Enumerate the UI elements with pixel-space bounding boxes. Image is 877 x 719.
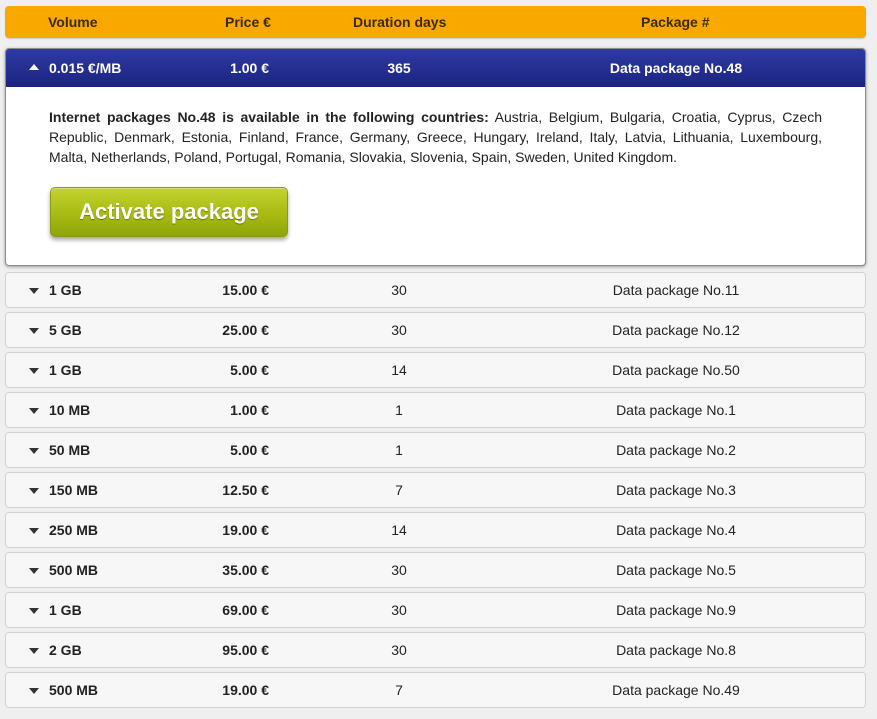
row-volume: 1 GB xyxy=(49,362,82,378)
row-volume: 2 GB xyxy=(49,642,82,658)
row-package: Data package No.9 xyxy=(616,602,736,618)
package-row[interactable]: 150 MB 12.50 € 7 Data package No.3 xyxy=(5,472,866,508)
row-package: Data package No.2 xyxy=(616,442,736,458)
row-package: Data package No.12 xyxy=(612,322,740,338)
row-package: Data package No.4 xyxy=(616,522,736,538)
expand-arrow-icon[interactable] xyxy=(29,488,39,494)
row-price: 35.00 € xyxy=(222,562,269,578)
row-duration: 30 xyxy=(391,602,407,618)
activate-package-button[interactable]: Activate package xyxy=(50,187,288,237)
row-package: Data package No.8 xyxy=(616,642,736,658)
expand-arrow-icon[interactable] xyxy=(29,608,39,614)
header-package: Package # xyxy=(641,14,710,30)
row-package: Data package No.50 xyxy=(612,362,740,378)
package-row[interactable]: 500 MB 19.00 € 7 Data package No.49 xyxy=(5,672,866,708)
row-package: Data package No.5 xyxy=(616,562,736,578)
row-volume: 150 MB xyxy=(49,482,99,498)
row-price: 15.00 € xyxy=(222,282,269,298)
expand-arrow-icon[interactable] xyxy=(29,288,39,294)
description-heading: Internet packages No.48 is available in … xyxy=(49,109,489,125)
row-price: 69.00 € xyxy=(222,602,269,618)
package-row[interactable]: 250 MB 19.00 € 14 Data package No.4 xyxy=(5,512,866,548)
row-volume: 250 MB xyxy=(49,522,99,538)
row-volume: 50 MB xyxy=(49,442,91,458)
expand-arrow-icon[interactable] xyxy=(29,648,39,654)
expanded-package-panel: 0.015 €/MB 1.00 € 365 Data package No.48… xyxy=(5,48,866,266)
row-duration: 30 xyxy=(391,322,407,338)
row-price: 19.00 € xyxy=(222,522,269,538)
row-price: 95.00 € xyxy=(222,642,269,658)
row-duration: 14 xyxy=(391,362,407,378)
expand-arrow-icon[interactable] xyxy=(29,688,39,694)
expand-arrow-icon[interactable] xyxy=(29,528,39,534)
row-price: 5.00 € xyxy=(230,362,269,378)
row-price: 1.00 € xyxy=(230,402,269,418)
row-volume: 10 MB xyxy=(49,402,91,418)
package-row[interactable]: 50 MB 5.00 € 1 Data package No.2 xyxy=(5,432,866,468)
row-price: 12.50 € xyxy=(222,482,269,498)
package-row[interactable]: 2 GB 95.00 € 30 Data package No.8 xyxy=(5,632,866,668)
row-price: 19.00 € xyxy=(222,682,269,698)
expand-arrow-icon[interactable] xyxy=(29,568,39,574)
table-header: Volume Price € Duration days Package # xyxy=(5,6,866,38)
package-description: Internet packages No.48 is available in … xyxy=(49,107,822,167)
expanded-package: Data package No.48 xyxy=(609,60,743,76)
row-duration: 30 xyxy=(391,282,407,298)
row-price: 5.00 € xyxy=(230,442,269,458)
row-volume: 5 GB xyxy=(49,322,82,338)
row-duration: 1 xyxy=(395,402,403,418)
row-volume: 1 GB xyxy=(49,282,82,298)
row-duration: 7 xyxy=(395,482,403,498)
row-price: 25.00 € xyxy=(222,322,269,338)
row-duration: 30 xyxy=(391,642,407,658)
expand-arrow-icon[interactable] xyxy=(29,328,39,334)
row-package: Data package No.49 xyxy=(612,682,740,698)
row-duration: 1 xyxy=(395,442,403,458)
expanded-volume: 0.015 €/MB xyxy=(49,60,122,76)
expanded-row-header[interactable]: 0.015 €/MB 1.00 € 365 Data package No.48 xyxy=(6,49,865,87)
expanded-duration: 365 xyxy=(387,60,411,76)
row-package: Data package No.1 xyxy=(616,402,736,418)
header-volume: Volume xyxy=(48,14,98,30)
row-package: Data package No.3 xyxy=(616,482,736,498)
expand-arrow-icon[interactable] xyxy=(29,368,39,374)
header-duration: Duration days xyxy=(353,14,447,30)
row-volume: 500 MB xyxy=(49,682,99,698)
expand-arrow-icon[interactable] xyxy=(29,408,39,414)
collapse-arrow-icon[interactable] xyxy=(29,64,39,70)
row-duration: 14 xyxy=(391,522,407,538)
package-row[interactable]: 5 GB 25.00 € 30 Data package No.12 xyxy=(5,312,866,348)
package-row[interactable]: 1 GB 15.00 € 30 Data package No.11 xyxy=(5,272,866,308)
row-package: Data package No.11 xyxy=(612,282,740,298)
row-volume: 500 MB xyxy=(49,562,99,578)
package-row[interactable]: 500 MB 35.00 € 30 Data package No.5 xyxy=(5,552,866,588)
header-price: Price € xyxy=(225,14,271,30)
package-row[interactable]: 1 GB 69.00 € 30 Data package No.9 xyxy=(5,592,866,628)
expanded-price: 1.00 € xyxy=(230,60,269,76)
package-row[interactable]: 1 GB 5.00 € 14 Data package No.50 xyxy=(5,352,866,388)
row-duration: 30 xyxy=(391,562,407,578)
row-volume: 1 GB xyxy=(49,602,82,618)
row-duration: 7 xyxy=(395,682,403,698)
package-row[interactable]: 10 MB 1.00 € 1 Data package No.1 xyxy=(5,392,866,428)
expand-arrow-icon[interactable] xyxy=(29,448,39,454)
